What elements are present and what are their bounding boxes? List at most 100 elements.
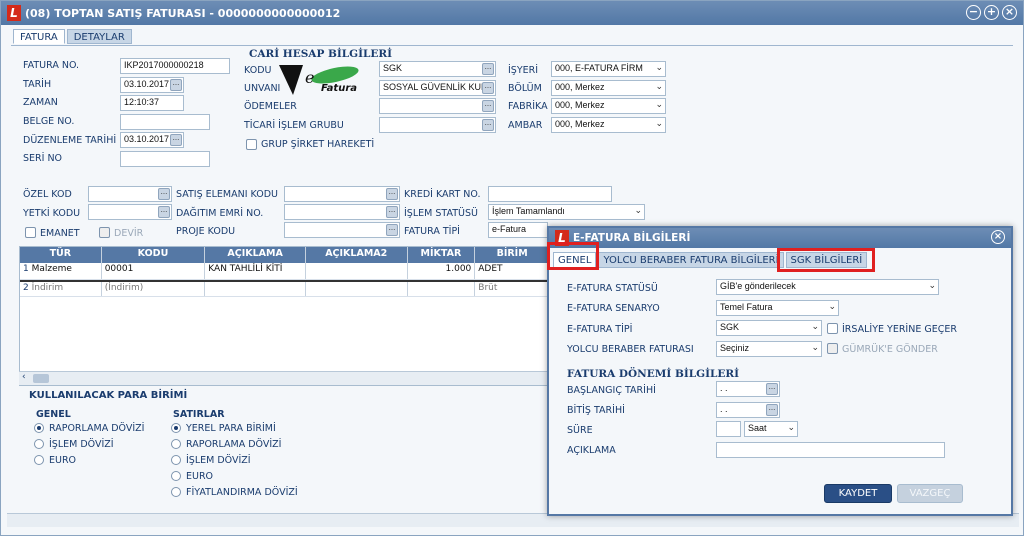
satir-euro-radio[interactable] [171, 471, 181, 481]
yetki-kodu-label: YETKİ KODU [23, 208, 81, 219]
ozel-kod-label: ÖZEL KOD [23, 189, 72, 200]
kaydet-button[interactable]: KAYDET [824, 484, 892, 503]
tab-yolcu-beraber[interactable]: YOLCU BERABER FATURA BİLGİLERİ [598, 252, 784, 268]
table-row[interactable]: 2 İndirim (İndirim) Brüt [20, 280, 550, 297]
kodu-label: KODU [244, 65, 272, 76]
scroll-thumb[interactable] [33, 374, 49, 383]
window-title: (08) TOPTAN SATIŞ FATURASI - 00000000000… [25, 6, 341, 20]
col-tur[interactable]: TÜR [20, 247, 102, 263]
fiyatlandirma-radio[interactable] [171, 487, 181, 497]
fatura-no-field[interactable]: IKP2017000000218 [120, 58, 230, 74]
islem-dovizi-radio[interactable] [34, 439, 44, 449]
ozel-kod-field[interactable]: ... [88, 186, 172, 202]
kredi-karti-field[interactable] [488, 186, 612, 202]
isyeri-label: İŞYERİ [508, 65, 539, 76]
calendar-button[interactable]: ... [170, 134, 182, 146]
highlight-box-sgk [777, 248, 875, 272]
ambar-select[interactable]: 000, Merkez ⌄ [551, 117, 666, 133]
fatura-tipi-label: FATURA TİPİ [404, 226, 460, 237]
gumruk-checkbox[interactable] [827, 343, 838, 354]
cari-kodu-field[interactable]: SGK... [379, 61, 496, 77]
satis-elemani-label: SATIŞ ELEMANI KODU [176, 189, 278, 200]
col-birim[interactable]: BİRİM [475, 247, 550, 263]
islem-statusu-label: İŞLEM STATÜSÜ [404, 208, 478, 219]
genel-option-label: RAPORLAMA DÖVİZİ [49, 423, 145, 434]
grup-sirket-checkbox[interactable] [246, 139, 257, 150]
lookup-button[interactable]: ... [482, 63, 494, 75]
satir-raporlama-radio[interactable] [171, 439, 181, 449]
col-miktar[interactable]: MİKTAR [408, 247, 476, 263]
seri-no-label: SERİ NO [23, 153, 63, 164]
irsaliye-label: İRSALİYE YERİNE GEÇER [842, 324, 957, 335]
satirlar-title: SATIRLAR [173, 409, 225, 420]
grid-horizontal-scrollbar[interactable]: ‹ [19, 371, 551, 385]
lookup-button[interactable]: ... [158, 206, 170, 218]
lookup-button[interactable]: ... [158, 188, 170, 200]
fatura-tipi-select[interactable]: e-Fatura [488, 222, 548, 238]
table-row[interactable]: 1 Malzeme 00001 KAN TAHLİLİ KİTİ 1.000 A… [20, 263, 550, 280]
line-items-grid: TÜR KODU AÇIKLAMA AÇIKLAMA2 MİKTAR BİRİM… [19, 246, 551, 386]
euro-radio[interactable] [34, 455, 44, 465]
duzenleme-field[interactable]: 03.10.2017... [120, 132, 184, 148]
statu-select[interactable]: GİB'e gönderilecek ⌄ [716, 279, 939, 295]
dagitim-field[interactable]: ... [284, 204, 400, 220]
belge-no-field[interactable] [120, 114, 210, 130]
calendar-button[interactable]: ... [766, 383, 778, 395]
close-icon[interactable]: × [991, 230, 1005, 244]
scroll-left-icon[interactable]: ‹ [22, 372, 26, 382]
sure-field[interactable] [716, 421, 741, 437]
satirlar-option-label: EURO [186, 471, 214, 482]
ticari-field[interactable]: ... [379, 117, 496, 133]
lookup-button[interactable]: ... [482, 82, 494, 94]
maximize-icon[interactable]: + [984, 5, 999, 20]
emanet-checkbox[interactable] [25, 227, 36, 238]
devir-checkbox[interactable] [99, 227, 110, 238]
tab-detaylar[interactable]: DETAYLAR [66, 29, 132, 44]
seri-no-field[interactable] [120, 151, 210, 167]
tipi-select[interactable]: SGK ⌄ [716, 320, 822, 336]
satir-islem-radio[interactable] [171, 455, 181, 465]
app-logo-icon: L [7, 5, 21, 21]
lookup-button[interactable]: ... [386, 224, 398, 236]
isyeri-select[interactable]: 000, E-FATURA FİRM ⌄ [551, 61, 666, 77]
irsaliye-checkbox[interactable] [827, 323, 838, 334]
fabrika-label: FABRİKA [508, 101, 548, 112]
odemeler-field[interactable]: ... [379, 98, 496, 114]
col-kodu[interactable]: KODU [102, 247, 206, 263]
calendar-button[interactable]: ... [170, 79, 182, 91]
proje-kodu-field[interactable]: ... [284, 222, 400, 238]
yetki-kodu-field[interactable]: ... [88, 204, 172, 220]
sure-unit-select[interactable]: Saat ⌄ [744, 421, 798, 437]
senaryo-select[interactable]: Temel Fatura ⌄ [716, 300, 839, 316]
col-aciklama2[interactable]: AÇIKLAMA2 [306, 247, 408, 263]
svg-text:e: e [305, 68, 314, 87]
zaman-field[interactable]: 12:10:37 [120, 95, 184, 111]
statu-label: E-FATURA STATÜSÜ [567, 283, 658, 294]
lookup-button[interactable]: ... [386, 188, 398, 200]
vazgec-button[interactable]: VAZGEÇ [897, 484, 963, 503]
bolum-select[interactable]: 000, Merkez ⌄ [551, 80, 666, 96]
fabrika-select[interactable]: 000, Merkez ⌄ [551, 98, 666, 114]
baslangic-field[interactable]: . .... [716, 381, 780, 397]
yerel-para-radio[interactable] [171, 423, 181, 433]
minimize-icon[interactable]: − [966, 5, 981, 20]
tarih-label: TARİH [23, 79, 52, 90]
proje-kodu-label: PROJE KODU [176, 226, 236, 237]
lookup-button[interactable]: ... [482, 119, 494, 131]
lookup-button[interactable]: ... [386, 206, 398, 218]
close-icon[interactable]: × [1002, 5, 1017, 20]
aciklama-field[interactable] [716, 442, 945, 458]
devir-label: DEVİR [114, 228, 144, 239]
satirlar-option-label: RAPORLAMA DÖVİZİ [186, 439, 282, 450]
tarih-field[interactable]: 03.10.2017... [120, 77, 184, 93]
tab-fatura[interactable]: FATURA [13, 29, 65, 44]
yolcu-select[interactable]: Seçiniz ⌄ [716, 341, 822, 357]
unvani-field[interactable]: SOSYAL GÜVENLİK KURU... [379, 80, 496, 96]
calendar-button[interactable]: ... [766, 404, 778, 416]
bitis-field[interactable]: . .... [716, 402, 780, 418]
satis-elemani-field[interactable]: ... [284, 186, 400, 202]
lookup-button[interactable]: ... [482, 100, 494, 112]
col-aciklama[interactable]: AÇIKLAMA [205, 247, 306, 263]
raporlama-radio[interactable] [34, 423, 44, 433]
islem-statusu-select[interactable]: İşlem Tamamlandı ⌄ [488, 204, 645, 220]
